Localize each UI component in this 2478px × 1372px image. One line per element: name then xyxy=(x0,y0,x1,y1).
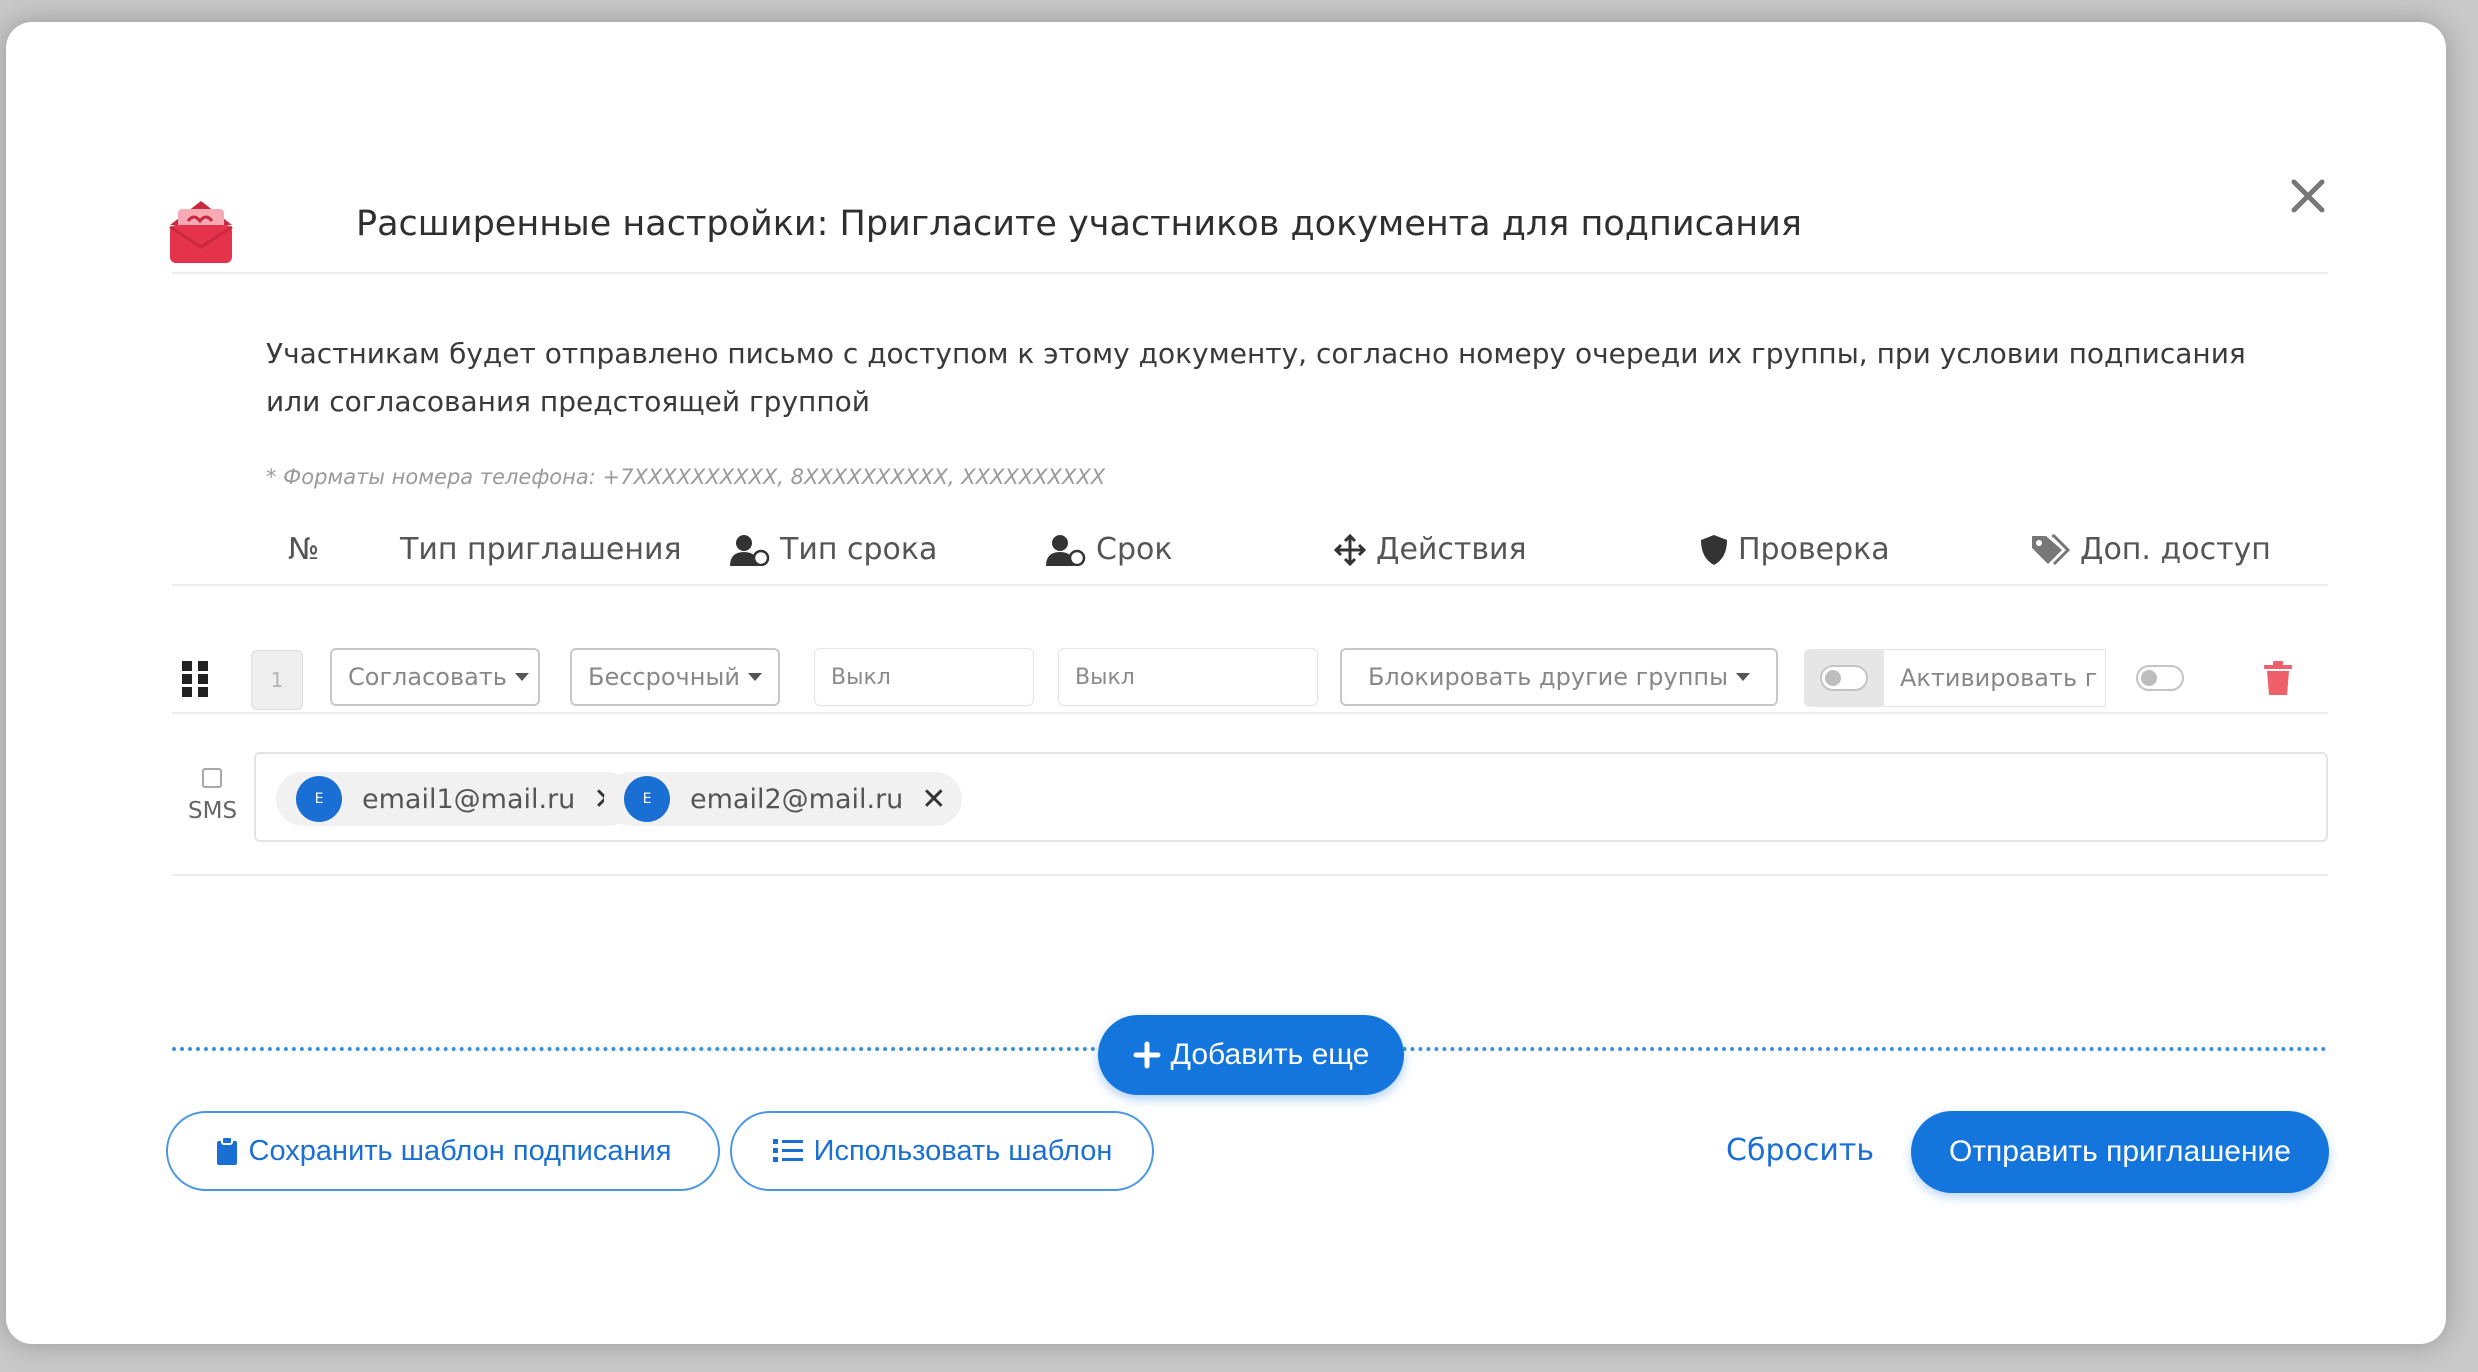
activate-field-text: Активировать г xyxy=(1900,664,2098,692)
user-clock-icon xyxy=(730,534,770,566)
list-icon xyxy=(772,1139,803,1162)
participants-email-input[interactable]: E email1@mail.ru ✕ E email2@mail.ru ✕ xyxy=(254,752,2328,842)
toggle-switch[interactable] xyxy=(1820,665,1868,691)
term-type-input-value: Выкл xyxy=(831,664,891,690)
envelope-logo-icon xyxy=(169,201,233,263)
column-verification-label: Проверка xyxy=(1738,532,1890,567)
term-input[interactable]: Выкл xyxy=(1058,648,1318,706)
trash-icon[interactable] xyxy=(2262,660,2294,696)
move-arrows-icon xyxy=(1334,533,1366,566)
chevron-down-icon xyxy=(1736,673,1751,681)
user-clock-icon xyxy=(1046,534,1086,566)
use-template-button[interactable]: Использовать шаблон xyxy=(730,1111,1154,1191)
term-type-input[interactable]: Выкл xyxy=(814,648,1034,706)
sms-label: SMS xyxy=(188,798,238,824)
email-chip: E email1@mail.ru ✕ xyxy=(276,772,635,826)
verification-toggle[interactable] xyxy=(1804,649,1884,707)
email-chip-text: email1@mail.ru xyxy=(362,783,576,815)
invite-settings-modal: Расширенные настройки: Пригласите участн… xyxy=(6,22,2446,1344)
column-actions: Действия xyxy=(1334,532,1527,567)
column-term: Срок xyxy=(1046,532,1172,567)
use-template-label: Использовать шаблон xyxy=(813,1134,1113,1167)
invite-type-value: Согласовать xyxy=(348,663,507,691)
sms-checkbox[interactable] xyxy=(202,768,222,788)
close-icon[interactable] xyxy=(2286,174,2330,218)
column-extra-access: Доп. доступ xyxy=(2030,532,2271,567)
clipboard-icon xyxy=(216,1136,237,1165)
invite-type-select[interactable]: Согласовать xyxy=(330,648,540,706)
avatar: E xyxy=(624,776,670,822)
email-chip: E email2@mail.ru ✕ xyxy=(604,772,963,826)
column-term-type-label: Тип срока xyxy=(780,532,938,567)
chevron-down-icon xyxy=(747,673,762,681)
drag-handle-icon[interactable] xyxy=(180,659,210,699)
column-extra-access-label: Доп. доступ xyxy=(2080,532,2271,567)
column-number-label: № xyxy=(288,532,320,567)
term-type-value: Бессрочный xyxy=(588,663,740,691)
send-invitation-button[interactable]: Отправить приглашение xyxy=(1911,1111,2329,1193)
term-type-select[interactable]: Бессрочный xyxy=(570,648,780,706)
group-divider xyxy=(172,874,2328,876)
term-input-value: Выкл xyxy=(1075,664,1135,690)
group-order-number[interactable]: 1 xyxy=(251,650,303,710)
chevron-down-icon xyxy=(514,673,529,681)
extra-access-toggle[interactable] xyxy=(2136,665,2184,691)
modal-title: Расширенные настройки: Пригласите участн… xyxy=(356,204,1802,244)
columns-divider xyxy=(172,584,2328,586)
column-verification: Проверка xyxy=(1700,532,1890,567)
tags-icon xyxy=(2032,534,2070,565)
phone-format-note: * Форматы номера телефона: +7XXXXXXXXXX,… xyxy=(266,465,1106,489)
remove-email-icon[interactable]: ✕ xyxy=(921,782,946,817)
email-chip-text: email2@mail.ru xyxy=(690,783,904,815)
save-template-button[interactable]: Сохранить шаблон подписания xyxy=(166,1111,720,1191)
reset-button[interactable]: Сбросить xyxy=(1726,1133,1874,1168)
add-more-label: Добавить еще xyxy=(1170,1038,1370,1071)
save-template-label: Сохранить шаблон подписания xyxy=(248,1134,672,1167)
column-term-label: Срок xyxy=(1096,532,1173,567)
action-select[interactable]: Блокировать другие группы xyxy=(1340,648,1778,706)
header-divider xyxy=(172,272,2328,274)
column-term-type: Тип срока xyxy=(730,532,937,567)
modal-description: Участникам будет отправлено письмо с дос… xyxy=(266,337,2246,418)
column-actions-label: Действия xyxy=(1376,532,1527,567)
shield-icon xyxy=(1701,534,1727,565)
action-value: Блокировать другие группы xyxy=(1367,663,1729,691)
add-more-button[interactable]: Добавить еще xyxy=(1098,1015,1404,1095)
avatar: E xyxy=(296,776,342,822)
column-number: № xyxy=(288,532,319,567)
row-divider xyxy=(172,712,2328,714)
plus-icon xyxy=(1133,1041,1161,1069)
activate-field[interactable]: Активировать г xyxy=(1884,649,2106,707)
column-invite-type-label: Тип приглашения xyxy=(400,532,682,567)
column-invite-type: Тип приглашения xyxy=(400,532,682,567)
